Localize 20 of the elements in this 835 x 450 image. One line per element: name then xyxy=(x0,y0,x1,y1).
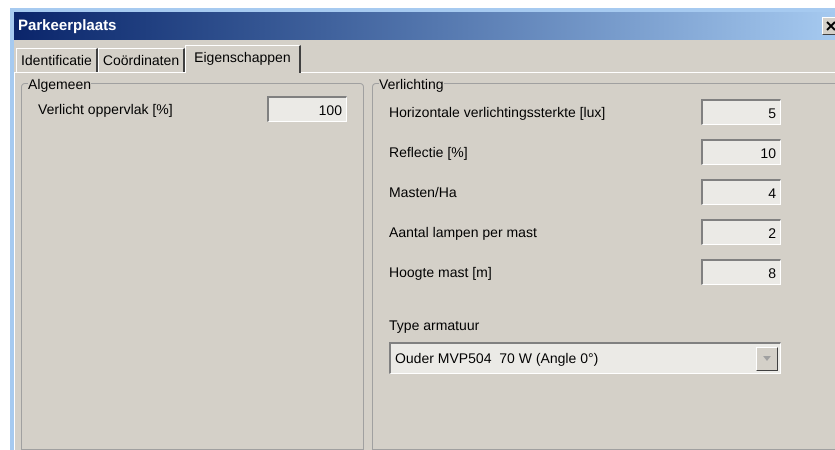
tab[interactable]: Coördinaten xyxy=(98,48,186,72)
caret-icon xyxy=(763,356,771,361)
input-field[interactable]: 100 xyxy=(267,96,347,122)
field-label: Aantal lampen per mast xyxy=(389,222,537,242)
close-button[interactable] xyxy=(822,17,835,35)
input-field[interactable]: 10 xyxy=(701,139,781,165)
tab[interactable]: Identificatie xyxy=(16,48,98,72)
field-label: Type armatuur xyxy=(389,316,480,335)
field-label: Hoogte mast [m] xyxy=(389,262,492,282)
input-field[interactable]: 2 xyxy=(701,219,781,245)
input-field[interactable]: 5 xyxy=(701,99,781,125)
close-icon xyxy=(826,21,835,31)
field-label: Reflectie [%] xyxy=(389,142,468,162)
field-label: Masten/Ha xyxy=(389,182,457,202)
field-label: Horizontale verlichtingssterkte [lux] xyxy=(389,102,606,122)
input-field[interactable]: 8 xyxy=(701,259,781,285)
field-label: Verlicht oppervlak [%] xyxy=(38,100,173,119)
tab[interactable]: Eigenschappen xyxy=(185,45,301,73)
window-title: Parkeerplaats xyxy=(18,16,116,36)
input-field[interactable]: 4 xyxy=(701,179,781,205)
